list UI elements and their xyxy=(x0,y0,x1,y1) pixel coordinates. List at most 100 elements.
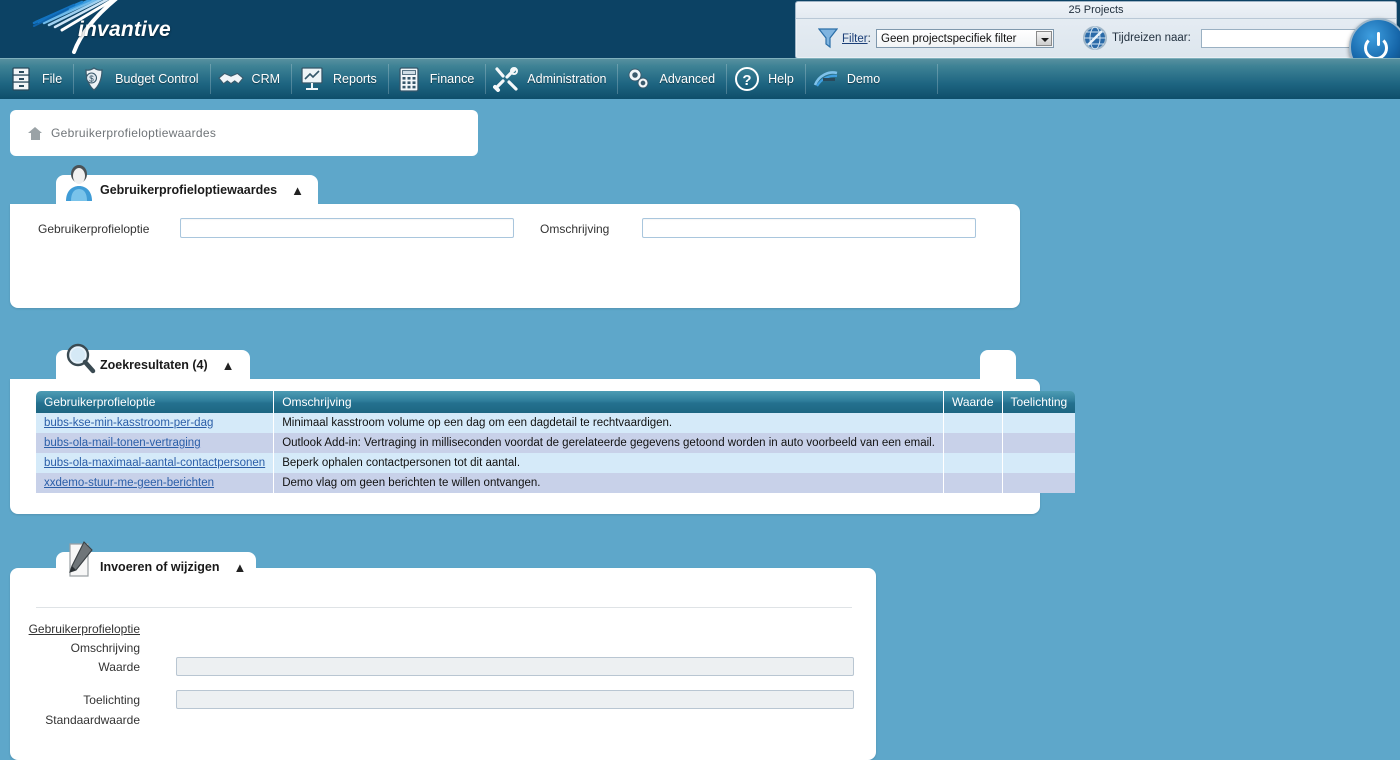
edit-label-default-value: Standaardwaarde xyxy=(45,713,140,727)
cell-explanation xyxy=(1002,433,1076,453)
breadcrumb: Gebruikerprofieloptiewaardes xyxy=(10,110,478,156)
menu-item-administration[interactable]: Administration xyxy=(485,59,617,99)
search-description-input[interactable] xyxy=(642,218,976,238)
cell-value xyxy=(943,433,1003,453)
cell-description: Beperk ophalen contactpersonen tot dit a… xyxy=(273,453,944,473)
time-travel-label: Tijdreizen naar: xyxy=(1112,32,1191,44)
cell-option: bubs-kse-min-kasstroom-per-dag xyxy=(36,413,275,433)
collapse-chevron-icon[interactable]: ▲ xyxy=(291,184,304,197)
handshake-icon xyxy=(217,66,244,92)
edit-label-option[interactable]: Gebruikerprofieloptie xyxy=(0,622,140,636)
results-panel-body: Gebruikerprofieloptie Omschrijving Waard… xyxy=(10,379,1076,514)
results-panel-secondary-tab[interactable] xyxy=(980,350,1016,380)
table-row[interactable]: bubs-kse-min-kasstroom-per-dag Minimaal … xyxy=(36,413,1076,433)
section-divider xyxy=(36,607,852,608)
tools-icon xyxy=(493,66,519,92)
project-filter-value: Geen projectspecifiek filter xyxy=(881,33,1017,45)
cell-option: xxdemo-stuur-me-geen-berichten xyxy=(36,473,275,493)
option-link[interactable]: bubs-ola-mail-tonen-vertraging xyxy=(44,437,201,449)
cell-explanation xyxy=(1002,453,1076,473)
cell-explanation xyxy=(1002,473,1076,493)
menu-label: Finance xyxy=(429,72,475,86)
edit-label-description: Omschrijving xyxy=(70,641,140,655)
cell-explanation xyxy=(1002,413,1076,433)
breadcrumb-label: Gebruikerprofieloptiewaardes xyxy=(51,126,217,140)
menu-label: Help xyxy=(768,72,794,86)
cell-description: Outlook Add-in: Vertraging in millisecon… xyxy=(273,433,944,453)
search-panel-title: Gebruikerprofieloptiewaardes xyxy=(100,183,278,197)
question-circle-icon: ? xyxy=(734,66,760,92)
menu-label: Demo xyxy=(846,72,881,86)
menu-label: File xyxy=(42,72,63,86)
cell-value xyxy=(943,413,1003,433)
filter-link[interactable]: Filter xyxy=(842,33,868,45)
presentation-chart-icon xyxy=(299,66,325,92)
cell-value xyxy=(943,473,1003,493)
table-row[interactable]: xxdemo-stuur-me-geen-berichten Demo vlag… xyxy=(36,473,1076,493)
filter-funnel-icon xyxy=(818,28,838,49)
chevron-down-icon[interactable] xyxy=(1036,31,1052,46)
home-icon[interactable] xyxy=(28,126,42,140)
cell-option: bubs-ola-maximaal-aantal-contactpersonen xyxy=(36,453,275,473)
menu-item-budget-control[interactable]: $ Budget Control xyxy=(73,59,209,99)
gears-icon xyxy=(625,66,651,92)
column-header-option[interactable]: Gebruikerprofieloptie xyxy=(36,391,275,413)
menu-label: Advanced xyxy=(659,72,716,86)
menu-item-crm[interactable]: CRM xyxy=(209,59,291,99)
edit-value-input[interactable] xyxy=(176,657,854,676)
cell-description: Minimaal kasstroom volume op een dag om … xyxy=(273,413,944,433)
menu-item-advanced[interactable]: Advanced xyxy=(617,59,726,99)
calculator-icon xyxy=(396,66,422,92)
projects-count-label: 25 Projects xyxy=(796,3,1396,19)
edit-label-explanation: Toelichting xyxy=(83,693,140,707)
column-header-explanation[interactable]: Toelichting xyxy=(1002,391,1076,413)
column-header-value[interactable]: Waarde xyxy=(943,391,1003,413)
invantive-fan-icon xyxy=(813,66,839,92)
user-icon xyxy=(66,165,92,201)
search-panel-tab[interactable]: Gebruikerprofieloptiewaardes ▲ xyxy=(56,165,318,205)
results-table: Gebruikerprofieloptie Omschrijving Waard… xyxy=(36,391,1076,493)
main-menu-bar: File $ Budget Control CRM Reports Financ… xyxy=(0,58,1400,99)
menu-item-file[interactable]: File xyxy=(0,59,73,99)
cell-description: Demo vlag om geen berichten te willen on… xyxy=(273,473,944,493)
magnifier-icon xyxy=(66,343,96,374)
column-header-description[interactable]: Omschrijving xyxy=(273,391,944,413)
edit-explanation-input[interactable] xyxy=(176,690,854,709)
option-link[interactable]: bubs-ola-maximaal-aantal-contactpersonen xyxy=(44,457,265,469)
menu-label: Budget Control xyxy=(115,72,199,86)
results-panel-tab[interactable]: Zoekresultaten (4) ▲ xyxy=(56,343,250,380)
filter-toolbar: 25 Projects Filter: Geen projectspecifie… xyxy=(795,1,1400,76)
pencil-note-icon xyxy=(69,541,93,577)
menu-item-reports[interactable]: Reports xyxy=(291,59,388,99)
cell-value xyxy=(943,453,1003,473)
results-panel-title: Zoekresultaten (4) xyxy=(100,358,208,372)
search-option-input[interactable] xyxy=(180,218,514,238)
menu-divider xyxy=(937,64,938,94)
cabinet-icon xyxy=(8,66,34,92)
option-link[interactable]: bubs-kse-min-kasstroom-per-dag xyxy=(44,417,213,429)
filter-label: Filter: xyxy=(842,33,871,45)
edit-panel-title: Invoeren of wijzigen xyxy=(100,560,220,574)
logo-text: invantive xyxy=(78,18,171,41)
menu-item-help[interactable]: ? Help xyxy=(726,59,805,99)
table-row[interactable]: bubs-ola-mail-tonen-vertraging Outlook A… xyxy=(36,433,1076,453)
edit-panel-tab[interactable]: Invoeren of wijzigen ▲ xyxy=(56,541,256,582)
search-panel-body: Gebruikerprofieloptie Omschrijving xyxy=(10,204,1020,308)
table-row[interactable]: bubs-ola-maximaal-aantal-contactpersonen… xyxy=(36,453,1076,473)
collapse-chevron-icon[interactable]: ▲ xyxy=(233,561,246,574)
edit-label-value: Waarde xyxy=(98,660,140,674)
collapse-chevron-icon[interactable]: ▲ xyxy=(222,359,235,372)
cell-option: bubs-ola-mail-tonen-vertraging xyxy=(36,433,275,453)
option-link[interactable]: xxdemo-stuur-me-geen-berichten xyxy=(44,477,214,489)
app-logo[interactable]: invantive xyxy=(22,0,202,58)
table-header-row: Gebruikerprofieloptie Omschrijving Waard… xyxy=(36,391,1076,413)
project-filter-select[interactable]: Geen projectspecifiek filter xyxy=(876,29,1054,48)
menu-item-demo[interactable]: Demo xyxy=(804,59,891,99)
menu-item-finance[interactable]: Finance xyxy=(387,59,485,99)
time-travel-globe-icon[interactable] xyxy=(1082,25,1108,51)
menu-label: Reports xyxy=(333,72,377,86)
svg-text:$: $ xyxy=(89,75,94,84)
time-travel-input[interactable] xyxy=(1201,29,1359,48)
svg-text:?: ? xyxy=(743,72,752,89)
money-shield-icon: $ xyxy=(81,66,107,92)
